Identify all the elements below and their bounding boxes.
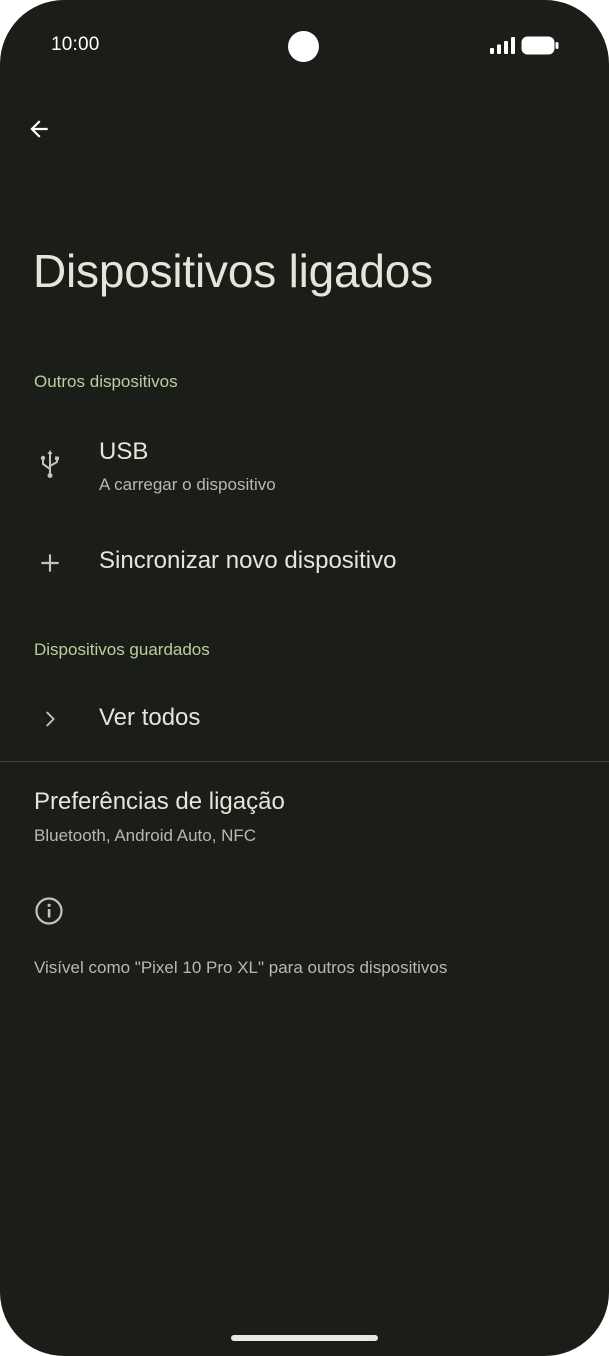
connection-preferences-title: Preferências de ligação xyxy=(34,788,285,815)
section-divider xyxy=(0,761,609,762)
home-indicator[interactable] xyxy=(231,1335,378,1341)
page-title: Dispositivos ligados xyxy=(33,245,433,297)
see-all-title: Ver todos xyxy=(99,704,201,731)
connection-preferences-row[interactable]: Preferências de ligação Bluetooth, Andro… xyxy=(0,772,609,862)
connection-preferences-subtitle: Bluetooth, Android Auto, NFC xyxy=(34,826,257,845)
see-all-devices-row[interactable]: Ver todos xyxy=(0,682,609,758)
device-visibility-text: Visível como "Pixel 10 Pro XL" para outr… xyxy=(34,958,448,977)
section-header-other-devices: Outros dispositivos xyxy=(34,372,178,391)
status-time: 10:00 xyxy=(51,34,100,55)
usb-subtitle: A carregar o dispositivo xyxy=(99,475,276,494)
battery-full-icon xyxy=(521,36,559,55)
arrow-back-icon xyxy=(30,120,48,138)
info-icon xyxy=(35,897,63,925)
usb-row[interactable]: USB A carregar o dispositivo xyxy=(0,420,609,516)
plus-icon xyxy=(34,547,66,579)
status-bar: 10:00 xyxy=(0,0,609,92)
pair-new-device-title: Sincronizar novo dispositivo xyxy=(99,547,397,574)
pair-new-device-row[interactable]: Sincronizar novo dispositivo xyxy=(0,524,609,604)
back-button[interactable] xyxy=(16,106,62,152)
chevron-right-icon xyxy=(34,703,66,735)
usb-title: USB xyxy=(99,438,149,465)
phone-screen: 10:00 Dispositivos ligados Outros dispos… xyxy=(0,0,609,1356)
cellular-signal-icon xyxy=(490,37,515,54)
usb-icon xyxy=(34,448,66,480)
section-header-saved-devices: Dispositivos guardados xyxy=(34,640,210,659)
front-camera-cutout xyxy=(288,31,319,62)
